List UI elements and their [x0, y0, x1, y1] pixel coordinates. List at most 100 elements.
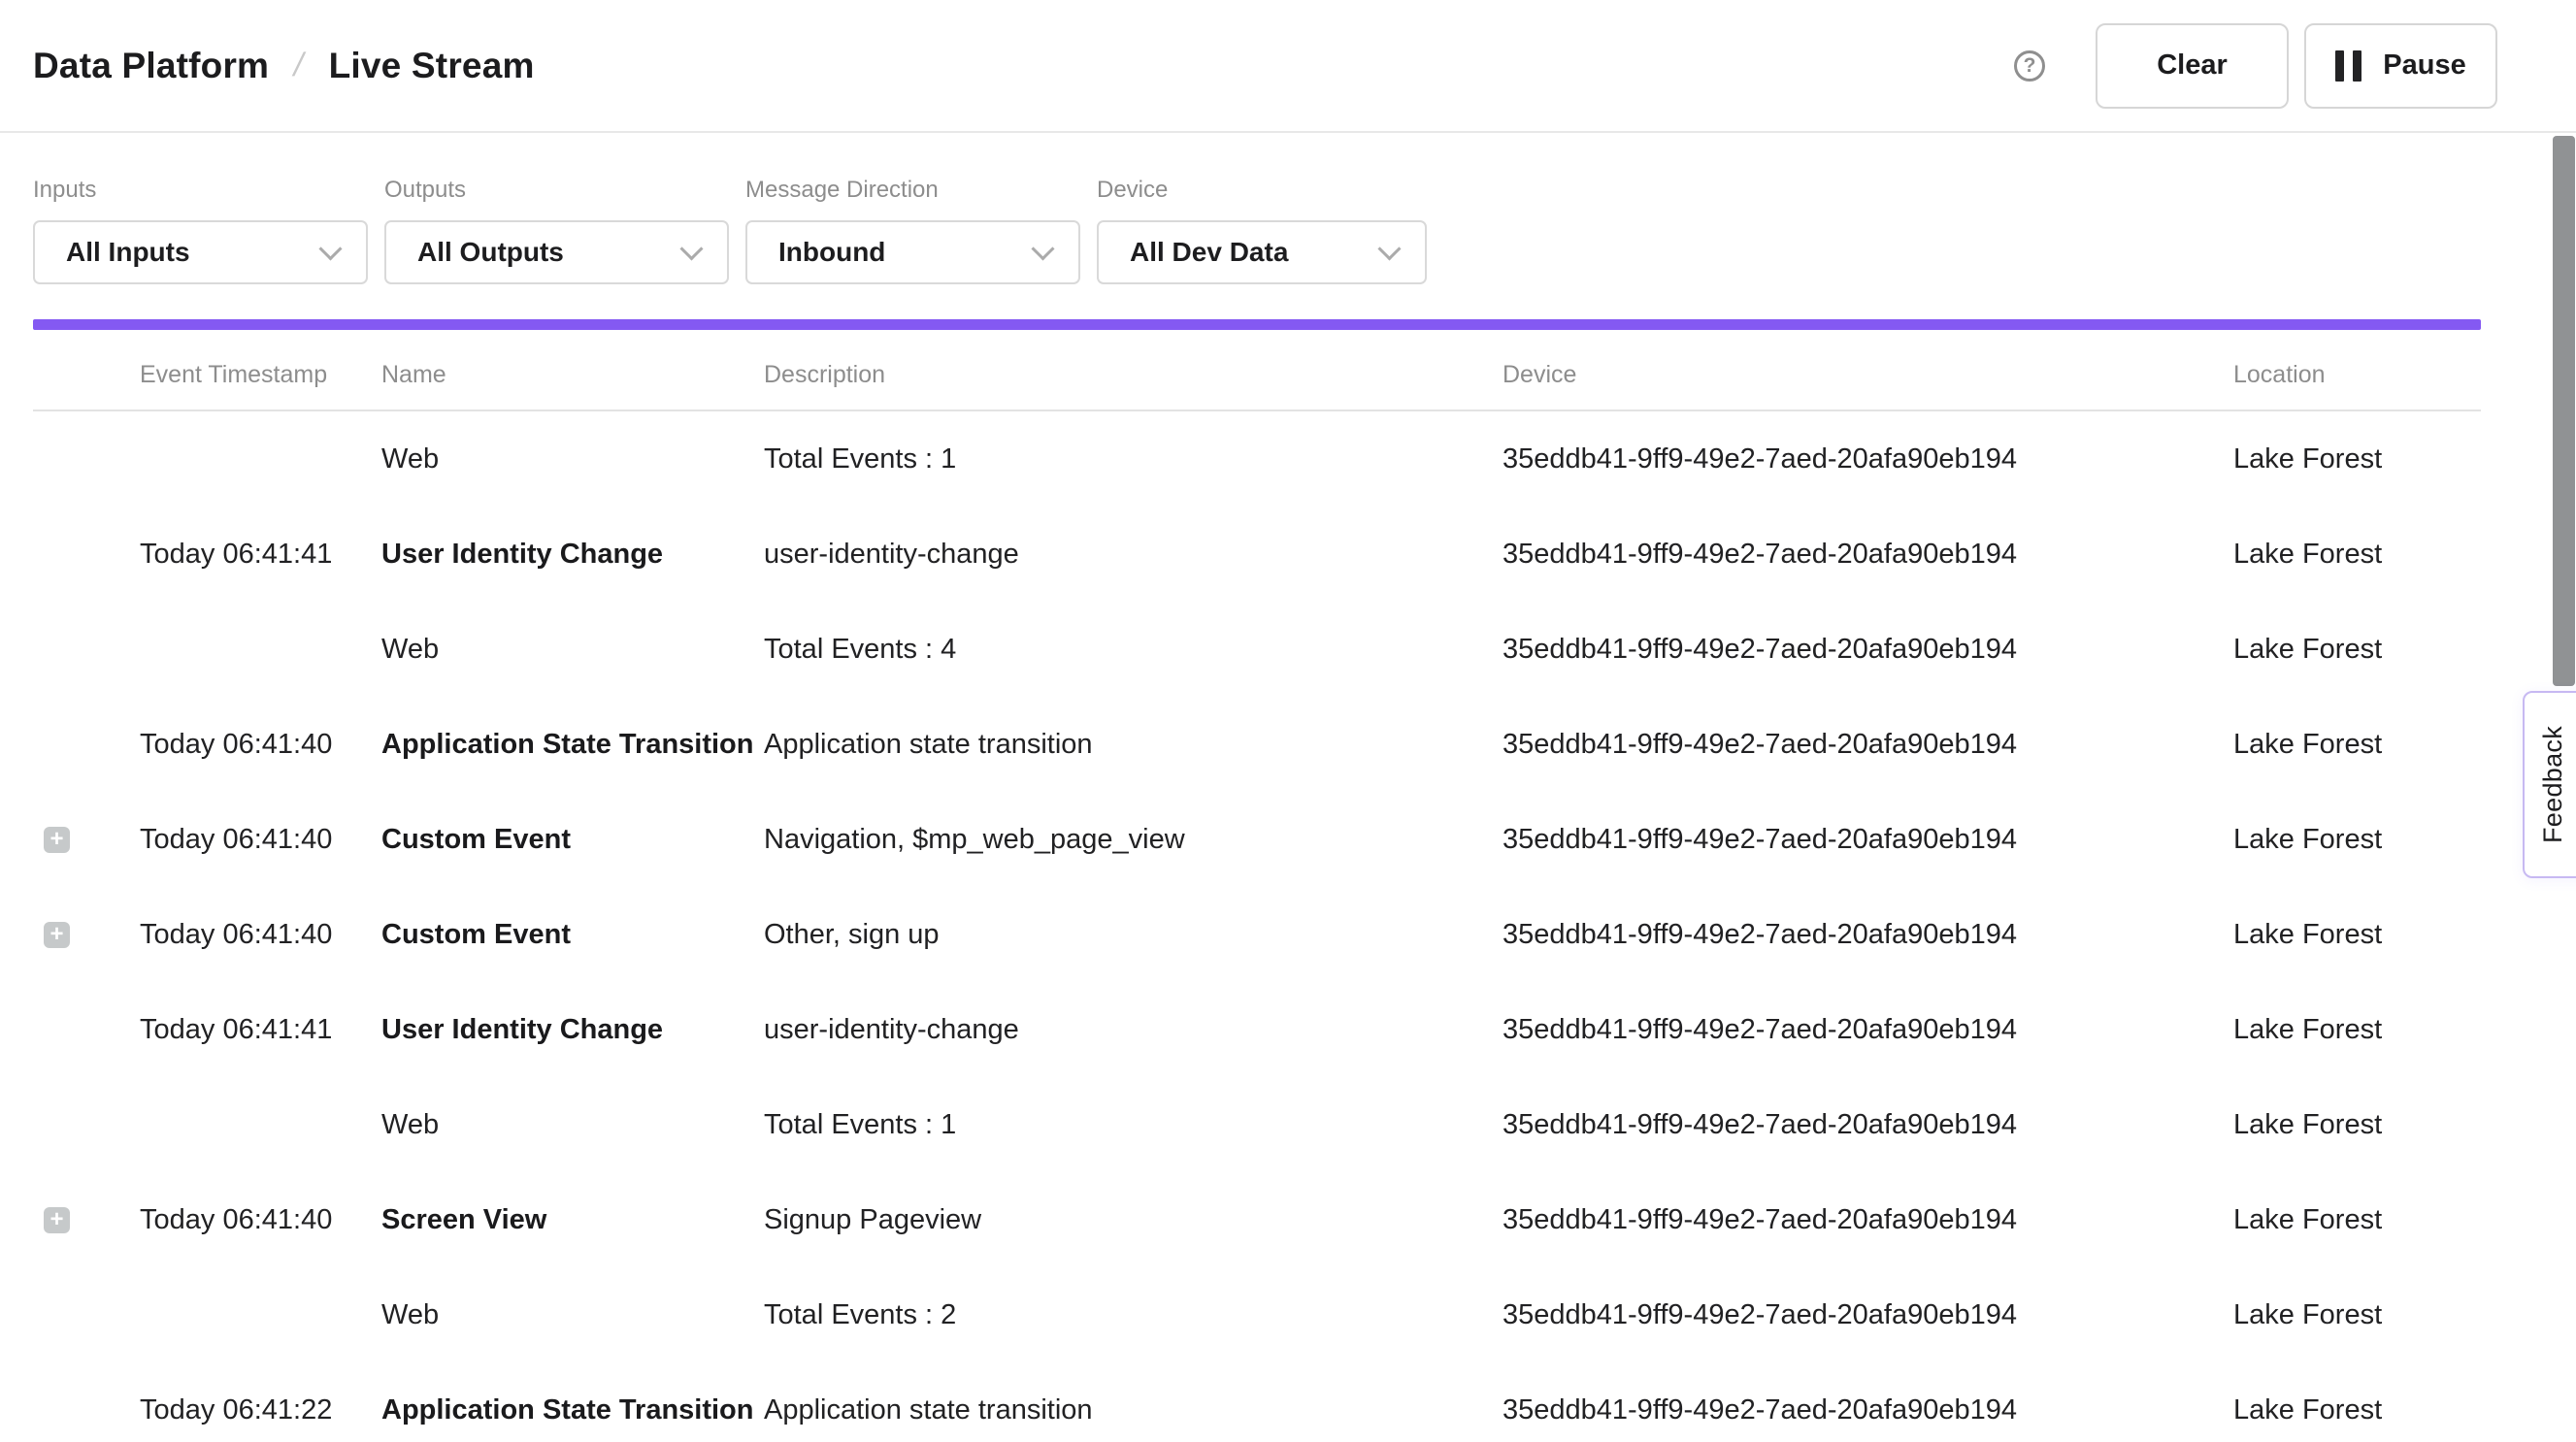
cell-device: 35eddb41-9ff9-49e2-7aed-20afa90eb194 — [1503, 1204, 2233, 1236]
cell-location: Lake Forest — [2233, 729, 2481, 761]
table-row[interactable]: + Today 06:41:41 User Identity Change us… — [33, 507, 2481, 602]
cell-timestamp: Today 06:41:41 — [140, 539, 381, 571]
table-row[interactable]: + Today 06:41:40 Screen View Signup Page… — [33, 1172, 2481, 1267]
expand-icon[interactable]: + — [44, 922, 70, 948]
cell-device: 35eddb41-9ff9-49e2-7aed-20afa90eb194 — [1503, 824, 2233, 856]
cell-description: Total Events : 1 — [764, 1109, 1503, 1141]
table-row[interactable]: + Today 06:41:41 User Identity Change us… — [33, 982, 2481, 1077]
cell-description: Total Events : 4 — [764, 634, 1503, 666]
inputs-filter-label: Inputs — [33, 176, 368, 205]
cell-timestamp: Today 06:41:41 — [140, 1014, 381, 1046]
help-icon[interactable]: ? — [2014, 50, 2045, 82]
event-table: Event Timestamp Name Description Device … — [33, 330, 2481, 1440]
outputs-select[interactable]: All Outputs — [384, 220, 729, 284]
cell-location: Lake Forest — [2233, 539, 2481, 571]
cell-location: Lake Forest — [2233, 443, 2481, 475]
cell-description: Application state transition — [764, 729, 1503, 761]
table-row[interactable]: + Today 06:41:22 Application State Trans… — [33, 1362, 2481, 1440]
header-actions: ? Clear Pause — [2014, 23, 2497, 109]
table-row[interactable]: + Today 06:41:40 Custom Event Navigation… — [33, 792, 2481, 887]
cell-description: user-identity-change — [764, 1014, 1503, 1046]
pause-button[interactable]: Pause — [2304, 23, 2497, 109]
cell-location: Lake Forest — [2233, 1394, 2481, 1426]
cell-timestamp: Today 06:41:40 — [140, 729, 381, 761]
cell-device: 35eddb41-9ff9-49e2-7aed-20afa90eb194 — [1503, 1109, 2233, 1141]
cell-description: Application state transition — [764, 1394, 1503, 1426]
cell-name: Custom Event — [381, 824, 764, 856]
cell-description: Total Events : 1 — [764, 443, 1503, 475]
pause-button-label: Pause — [2383, 49, 2465, 82]
column-header-description: Description — [764, 361, 1503, 389]
cell-location: Lake Forest — [2233, 1204, 2481, 1236]
cell-name: Custom Event — [381, 919, 764, 951]
device-select[interactable]: All Dev Data — [1097, 220, 1427, 284]
feedback-tab-label: Feedback — [2538, 726, 2568, 843]
direction-select-value: Inbound — [778, 237, 885, 268]
cell-timestamp: Today 06:41:22 — [140, 1394, 381, 1426]
filter-group-device: Device All Dev Data — [1097, 176, 1427, 284]
message-direction-select[interactable]: Inbound — [745, 220, 1080, 284]
device-select-value: All Dev Data — [1130, 237, 1288, 268]
scrollbar-thumb[interactable] — [2553, 136, 2575, 686]
cell-location: Lake Forest — [2233, 919, 2481, 951]
clear-button[interactable]: Clear — [2096, 23, 2289, 109]
event-table-body: + Web Total Events : 1 35eddb41-9ff9-49e… — [33, 411, 2481, 1440]
device-filter-label: Device — [1097, 176, 1427, 205]
stream-progress-bar — [33, 319, 2481, 330]
cell-timestamp: Today 06:41:40 — [140, 824, 381, 856]
cell-name: Web — [381, 1109, 764, 1141]
filter-group-outputs: Outputs All Outputs — [384, 176, 729, 284]
pause-icon — [2335, 50, 2361, 82]
top-header: Data Platform / Live Stream ? Clear Paus… — [0, 0, 2576, 133]
breadcrumb-separator: / — [290, 47, 308, 84]
cell-name: User Identity Change — [381, 1014, 764, 1046]
cell-device: 35eddb41-9ff9-49e2-7aed-20afa90eb194 — [1503, 443, 2233, 475]
cell-description: user-identity-change — [764, 539, 1503, 571]
cell-location: Lake Forest — [2233, 1109, 2481, 1141]
column-header-device: Device — [1503, 361, 2233, 389]
outputs-select-value: All Outputs — [417, 237, 564, 268]
cell-device: 35eddb41-9ff9-49e2-7aed-20afa90eb194 — [1503, 1394, 2233, 1426]
cell-device: 35eddb41-9ff9-49e2-7aed-20afa90eb194 — [1503, 1299, 2233, 1331]
cell-description: Total Events : 2 — [764, 1299, 1503, 1331]
cell-name: User Identity Change — [381, 539, 764, 571]
cell-name: Web — [381, 634, 764, 666]
clear-button-label: Clear — [2157, 49, 2228, 82]
cell-description: Signup Pageview — [764, 1204, 1503, 1236]
table-row[interactable]: + Web Total Events : 4 35eddb41-9ff9-49e… — [33, 602, 2481, 697]
chevron-down-icon — [1031, 237, 1054, 260]
direction-filter-label: Message Direction — [745, 176, 1080, 205]
cell-description: Other, sign up — [764, 919, 1503, 951]
cell-name: Application State Transition — [381, 729, 764, 761]
expand-icon[interactable]: + — [44, 827, 70, 853]
breadcrumb-section[interactable]: Data Platform — [33, 46, 269, 86]
chevron-down-icon — [1377, 237, 1401, 260]
table-row[interactable]: + Today 06:41:40 Application State Trans… — [33, 697, 2481, 792]
cell-timestamp: Today 06:41:40 — [140, 919, 381, 951]
cell-description: Navigation, $mp_web_page_view — [764, 824, 1503, 856]
cell-device: 35eddb41-9ff9-49e2-7aed-20afa90eb194 — [1503, 634, 2233, 666]
cell-device: 35eddb41-9ff9-49e2-7aed-20afa90eb194 — [1503, 729, 2233, 761]
expand-icon[interactable]: + — [44, 1207, 70, 1233]
table-row[interactable]: + Web Total Events : 1 35eddb41-9ff9-49e… — [33, 1077, 2481, 1172]
cell-location: Lake Forest — [2233, 634, 2481, 666]
feedback-tab[interactable]: Feedback — [2523, 691, 2576, 878]
table-row[interactable]: + Web Total Events : 2 35eddb41-9ff9-49e… — [33, 1267, 2481, 1362]
cell-name: Web — [381, 1299, 764, 1331]
cell-device: 35eddb41-9ff9-49e2-7aed-20afa90eb194 — [1503, 539, 2233, 571]
cell-location: Lake Forest — [2233, 824, 2481, 856]
inputs-select-value: All Inputs — [66, 237, 190, 268]
table-row[interactable]: + Web Total Events : 1 35eddb41-9ff9-49e… — [33, 411, 2481, 507]
table-row[interactable]: + Today 06:41:40 Custom Event Other, sig… — [33, 887, 2481, 982]
cell-name: Web — [381, 443, 764, 475]
cell-location: Lake Forest — [2233, 1014, 2481, 1046]
chevron-down-icon — [318, 237, 342, 260]
page-title: Live Stream — [329, 46, 535, 86]
filter-bar: Inputs All Inputs Outputs All Outputs Me… — [0, 133, 2576, 284]
cell-name: Application State Transition — [381, 1394, 764, 1426]
table-header-row: Event Timestamp Name Description Device … — [33, 330, 2481, 411]
outputs-filter-label: Outputs — [384, 176, 729, 205]
column-header-name: Name — [381, 361, 764, 389]
inputs-select[interactable]: All Inputs — [33, 220, 368, 284]
cell-device: 35eddb41-9ff9-49e2-7aed-20afa90eb194 — [1503, 919, 2233, 951]
